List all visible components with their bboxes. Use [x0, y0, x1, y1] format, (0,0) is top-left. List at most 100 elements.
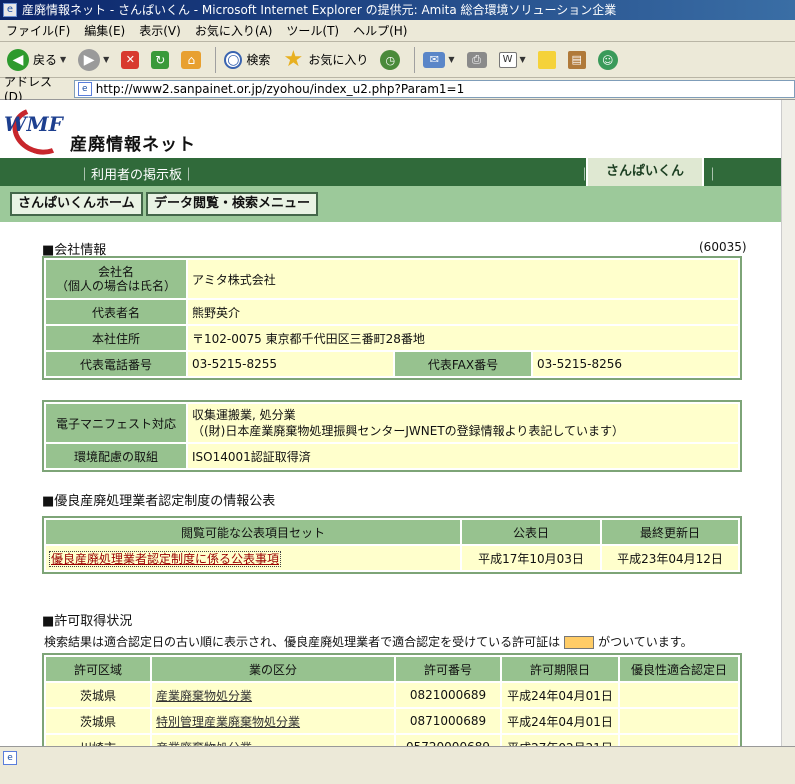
- history-button[interactable]: ◷: [377, 46, 403, 74]
- history-icon: ◷: [380, 49, 401, 70]
- chevron-down-icon[interactable]: ▼: [60, 55, 66, 64]
- license-col-expiry: 許可期限日: [502, 657, 618, 681]
- address-value: 〒102-0075 東京都千代田区三番町28番地: [188, 326, 738, 350]
- license-number: 05720000689: [396, 735, 500, 746]
- mail-button[interactable]: ✉ ▼: [420, 46, 457, 74]
- license-col-category: 業の区分: [152, 657, 394, 681]
- company-name-label-main: 会社名: [97, 265, 134, 279]
- ie-page-icon: e: [3, 751, 17, 765]
- table-row: 本社住所 〒102-0075 東京都千代田区三番町28番地: [46, 326, 738, 350]
- license-category-link[interactable]: 特別管理産業廃棄物処分業: [152, 709, 394, 733]
- publication-table: 閲覧可能な公表項目セット 公表日 最終更新日 優良産廃処理業者認定制度に係る公表…: [42, 516, 742, 574]
- menu-help[interactable]: ヘルプ(H): [353, 22, 407, 39]
- license-heading: ■許可取得状況: [42, 614, 133, 629]
- refresh-button[interactable]: ↻: [148, 46, 172, 74]
- research-icon: ▤: [567, 50, 586, 69]
- environment-label: 環境配慮の取組: [46, 444, 186, 468]
- table-row: 環境配慮の取組 ISO14001認証取得済: [46, 444, 738, 468]
- chevron-down-icon[interactable]: ▼: [103, 55, 109, 64]
- forward-button[interactable]: ▶ ▼: [75, 46, 112, 74]
- status-bar: e: [0, 746, 795, 784]
- search-icon: ○: [224, 50, 243, 69]
- back-arrow-icon: ◀: [7, 48, 29, 71]
- bulletin-board-link[interactable]: ｜利用者の掲示板｜: [78, 164, 195, 183]
- company-info-table: 会社名 （個人の場合は氏名） アミタ株式会社 代表者名 熊野英介 本社住所 〒1…: [42, 256, 742, 380]
- license-expiry: 平成24年04月01日: [502, 709, 618, 733]
- sanpaikun-home-button[interactable]: さんぱいくんホーム: [10, 192, 143, 216]
- back-label: 戻る: [33, 53, 58, 67]
- publication-date: 平成17年10月03日: [462, 546, 600, 570]
- browser-toolbar: ◀ 戻る ▼ ▶ ▼ ✕ ↻ ⌂ ○ 検索 ★ お気に入り ◷ ✉ ▼ ⎙ W …: [0, 42, 795, 78]
- print-icon: ⎙: [466, 51, 487, 68]
- representative-value: 熊野英介: [188, 300, 738, 324]
- word-icon: W: [498, 51, 517, 68]
- manifest-table: 電子マニフェスト対応 収集運搬業, 処分業 （(財)日本産業廃棄物処理振興センタ…: [42, 400, 742, 472]
- chevron-down-icon[interactable]: ▼: [520, 55, 526, 64]
- manifest-value: 収集運搬業, 処分業 （(財)日本産業廃棄物処理振興センターJWNETの登録情報…: [188, 404, 738, 442]
- favorites-label: お気に入り: [308, 53, 369, 67]
- license-category-link[interactable]: 産業廃棄物処分業: [152, 735, 394, 746]
- manifest-value-line2: （(財)日本産業廃棄物処理振興センターJWNETの登録情報より表記しています）: [192, 424, 625, 438]
- address-url: http://www2.sanpainet.or.jp/zyohou/index…: [95, 81, 465, 96]
- publication-link-cell: 優良産廃処理業者認定制度に係る公表事項: [46, 546, 460, 570]
- refresh-icon: ↻: [151, 50, 170, 69]
- research-button[interactable]: ▤: [565, 46, 589, 74]
- license-col-area: 許可区域: [46, 657, 150, 681]
- menu-edit[interactable]: 編集(E): [84, 22, 125, 39]
- forward-arrow-icon: ▶: [78, 48, 101, 71]
- print-button[interactable]: ⎙: [464, 46, 490, 74]
- menu-tools[interactable]: ツール(T): [286, 22, 339, 39]
- edit-button[interactable]: W ▼: [496, 46, 529, 74]
- table-row: 川崎市 産業廃棄物処分業 05720000689 平成27年02月21日: [46, 735, 738, 746]
- site-logo[interactable]: WMF 産廃情報ネット: [4, 100, 204, 163]
- license-cert: [620, 683, 738, 707]
- menu-favorites[interactable]: お気に入り(A): [195, 22, 273, 39]
- logo-wmf-text: WMF: [4, 112, 63, 136]
- home-icon: ⌂: [181, 50, 202, 69]
- mail-icon: ✉: [423, 51, 446, 68]
- publication-col-set: 閲覧可能な公表項目セット: [46, 520, 460, 544]
- license-cert: [620, 735, 738, 746]
- top-navbar: ｜利用者の掲示板｜ ｜ さんぱいくん ｜: [0, 158, 781, 186]
- table-row: 茨城県 特別管理産業廃棄物処分業 0871000689 平成24年04月01日: [46, 709, 738, 733]
- license-expiry: 平成27年02月21日: [502, 735, 618, 746]
- publication-link[interactable]: 優良産廃処理業者認定制度に係る公表事項: [49, 550, 282, 567]
- ie-page-icon: e: [3, 3, 17, 17]
- phone-value: 03-5215-8255: [188, 352, 393, 376]
- note-button[interactable]: [535, 46, 559, 74]
- license-number: 0871000689: [396, 709, 500, 733]
- messenger-button[interactable]: ☺: [595, 46, 621, 74]
- license-area: 茨城県: [46, 683, 150, 707]
- chevron-down-icon[interactable]: ▼: [448, 55, 454, 64]
- phone-label: 代表電話番号: [46, 352, 186, 376]
- license-category-link[interactable]: 産業廃棄物処分業: [152, 683, 394, 707]
- address-input[interactable]: e http://www2.sanpainet.or.jp/zyohou/ind…: [73, 79, 795, 98]
- company-name-value: アミタ株式会社: [188, 260, 738, 298]
- site-name: 産廃情報ネット: [70, 135, 196, 155]
- publication-col-date: 公表日: [462, 520, 600, 544]
- vertical-scrollbar[interactable]: [781, 100, 795, 746]
- data-search-menu-button[interactable]: データ閲覧・検索メニュー: [146, 192, 319, 216]
- environment-value: ISO14001認証取得済: [188, 444, 738, 468]
- table-row: 許可区域 業の区分 許可番号 許可期限日 優良性適合認定日: [46, 657, 738, 681]
- back-button[interactable]: ◀ 戻る ▼: [4, 46, 69, 74]
- home-button[interactable]: ⌂: [178, 46, 204, 74]
- search-button[interactable]: ○ 検索: [221, 46, 273, 74]
- favorites-button[interactable]: ★ お気に入り: [279, 46, 371, 74]
- company-name-label-sub: （個人の場合は氏名）: [55, 279, 176, 293]
- publication-col-updated: 最終更新日: [602, 520, 738, 544]
- menu-view[interactable]: 表示(V): [139, 22, 181, 39]
- tab-sanpaikun[interactable]: さんぱいくん: [586, 158, 704, 186]
- publication-heading: ■優良産廃処理業者認定制度の情報公表: [42, 494, 276, 509]
- license-expiry: 平成24年04月01日: [502, 683, 618, 707]
- menu-file[interactable]: ファイル(F): [6, 22, 70, 39]
- license-cert: [620, 709, 738, 733]
- stop-button[interactable]: ✕: [118, 46, 142, 74]
- license-note: 検索結果は適合認定日の古い順に表示され、優良産廃処理業者で適合認定を受けている許…: [44, 633, 693, 650]
- table-row: 会社名 （個人の場合は氏名） アミタ株式会社: [46, 260, 738, 298]
- toolbar-separator: [215, 46, 217, 73]
- toolbar-separator: [414, 46, 416, 73]
- manifest-value-line1: 収集運搬業, 処分業: [192, 408, 296, 422]
- messenger-icon: ☺: [597, 49, 618, 70]
- representative-label: 代表者名: [46, 300, 186, 324]
